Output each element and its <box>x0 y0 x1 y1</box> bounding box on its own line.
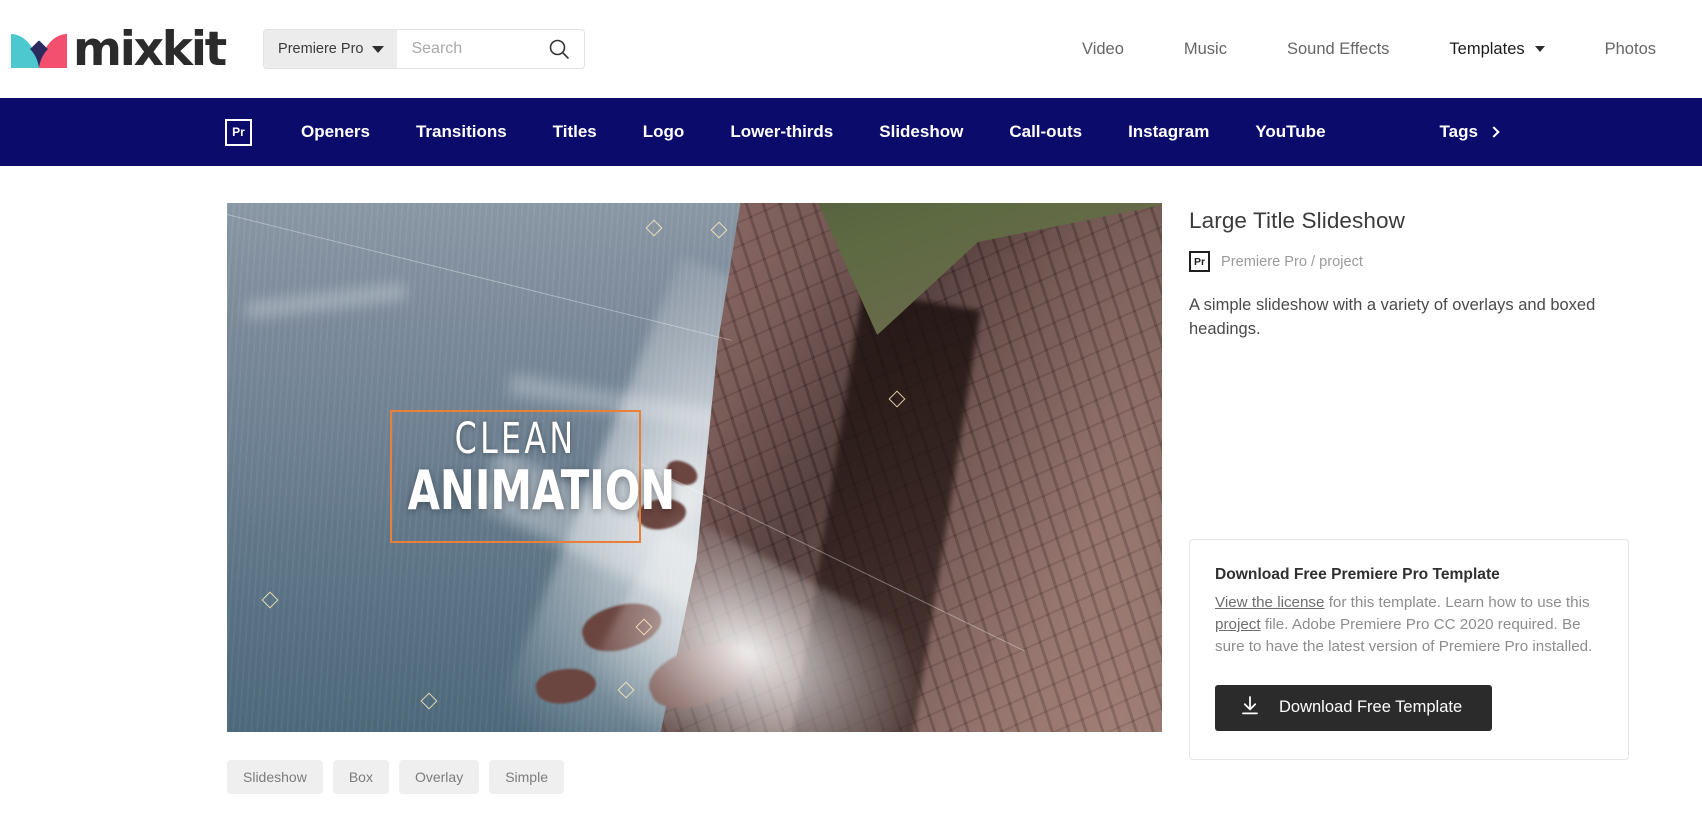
category-label: Transitions <box>415 122 507 141</box>
category-label: Titles <box>552 122 597 141</box>
overlay-line-1: CLEAN <box>454 414 577 464</box>
chevron-down-icon <box>372 45 385 53</box>
nav-item-label: Video <box>1081 39 1124 58</box>
overlay-line-2: ANIMATION <box>407 459 676 522</box>
search-bar[interactable]: Premiere Pro <box>263 29 586 69</box>
premiere-pro-badge-icon: Pr <box>1189 251 1210 272</box>
download-free-template-button[interactable]: Download Free Template <box>1215 684 1493 731</box>
detail-column: Large Title Slideshow Pr Premiere Pro / … <box>1189 203 1634 794</box>
download-icon <box>1241 695 1259 720</box>
tag-item-simple[interactable]: Simple <box>489 760 564 794</box>
category-item-titles[interactable]: Titles <box>530 122 620 142</box>
category-label: Openers <box>301 122 370 141</box>
category-item-lower-thirds[interactable]: Lower-thirds <box>707 122 856 142</box>
category-label: Call-outs <box>1009 122 1083 141</box>
category-item-instagram[interactable]: Instagram <box>1105 122 1232 142</box>
template-meta: Pr Premiere Pro / project <box>1189 251 1634 272</box>
category-label: YouTube <box>1255 122 1326 141</box>
nav-item-templates[interactable]: Templates <box>1419 40 1574 59</box>
logo-wordmark: mixkit <box>73 21 227 77</box>
search-icon[interactable] <box>548 36 570 62</box>
template-preview-video[interactable]: CLEAN ANIMATION <box>227 203 1162 732</box>
category-item-logo[interactable]: Logo <box>620 122 708 142</box>
category-label: Lower-thirds <box>730 122 834 141</box>
download-card-body-part-1: for this template. Learn how to use this <box>1324 593 1590 611</box>
category-label: Slideshow <box>879 122 964 141</box>
tag-item-slideshow[interactable]: Slideshow <box>227 760 323 794</box>
nav-item-label: Sound Effects <box>1286 39 1390 58</box>
category-item-slideshow[interactable]: Slideshow <box>856 122 986 142</box>
nav-item-video[interactable]: Video <box>1052 40 1154 59</box>
download-card-heading: Download Free Premiere Pro Template <box>1215 565 1500 583</box>
preview-column: CLEAN ANIMATION Slideshow Box Overlay Si… <box>227 203 1162 794</box>
search-category-dropdown[interactable]: Premiere Pro <box>264 30 398 68</box>
download-card: Download Free Premiere Pro Template View… <box>1189 538 1629 760</box>
page-title: Large Title Slideshow <box>1189 208 1405 233</box>
category-item-tags[interactable]: Tags <box>1417 122 1521 142</box>
category-item-youtube[interactable]: YouTube <box>1232 122 1348 142</box>
download-button-label: Download Free Template <box>1279 698 1463 717</box>
mixkit-logo-mark-icon <box>10 28 68 70</box>
main-content: CLEAN ANIMATION Slideshow Box Overlay Si… <box>0 166 1702 794</box>
tags-label: Tags <box>1439 122 1478 141</box>
overlay-title-text: CLEAN ANIMATION <box>390 414 676 522</box>
premiere-pro-badge-icon: Pr <box>225 118 252 146</box>
tag-item-overlay[interactable]: Overlay <box>398 760 480 794</box>
site-logo[interactable]: mixkit <box>10 21 227 77</box>
chevron-right-icon <box>1488 126 1500 138</box>
category-item-call-outs[interactable]: Call-outs <box>986 122 1105 142</box>
search-category-label: Premiere Pro <box>278 41 364 57</box>
category-label: Instagram <box>1128 122 1210 141</box>
nav-item-photos[interactable]: Photos <box>1575 40 1686 59</box>
nav-item-music[interactable]: Music <box>1154 40 1257 59</box>
nav-item-label: Templates <box>1449 39 1525 58</box>
template-description: A simple slideshow with a variety of ove… <box>1189 296 1596 338</box>
nav-item-label: Photos <box>1604 39 1656 58</box>
download-card-body: View the license for this template. Lear… <box>1215 592 1603 659</box>
template-meta-label: Premiere Pro / project <box>1221 253 1363 270</box>
download-card-body-part-2: file. Adobe Premiere Pro CC 2020 require… <box>1215 615 1593 656</box>
category-item-transitions[interactable]: Transitions <box>393 122 530 142</box>
chevron-down-icon <box>1534 46 1545 52</box>
category-label: Logo <box>642 122 685 141</box>
category-item-openers[interactable]: Openers <box>278 122 393 142</box>
view-license-link[interactable]: View the license <box>1215 594 1324 611</box>
search-input[interactable] <box>411 40 548 58</box>
tag-list: Slideshow Box Overlay Simple <box>227 760 1162 794</box>
search-field[interactable] <box>397 30 584 68</box>
site-header: mixkit Premiere Pro Video Music Sound Ef… <box>0 0 1702 98</box>
nav-item-label: Music <box>1183 39 1227 58</box>
project-link[interactable]: project <box>1215 616 1261 633</box>
tag-item-box[interactable]: Box <box>332 760 389 794</box>
category-nav-bar: Pr Openers Transitions Titles Logo Lower… <box>0 98 1702 166</box>
primary-nav: Video Music Sound Effects Templates Phot… <box>1052 40 1686 59</box>
nav-item-sound-effects[interactable]: Sound Effects <box>1257 40 1419 59</box>
